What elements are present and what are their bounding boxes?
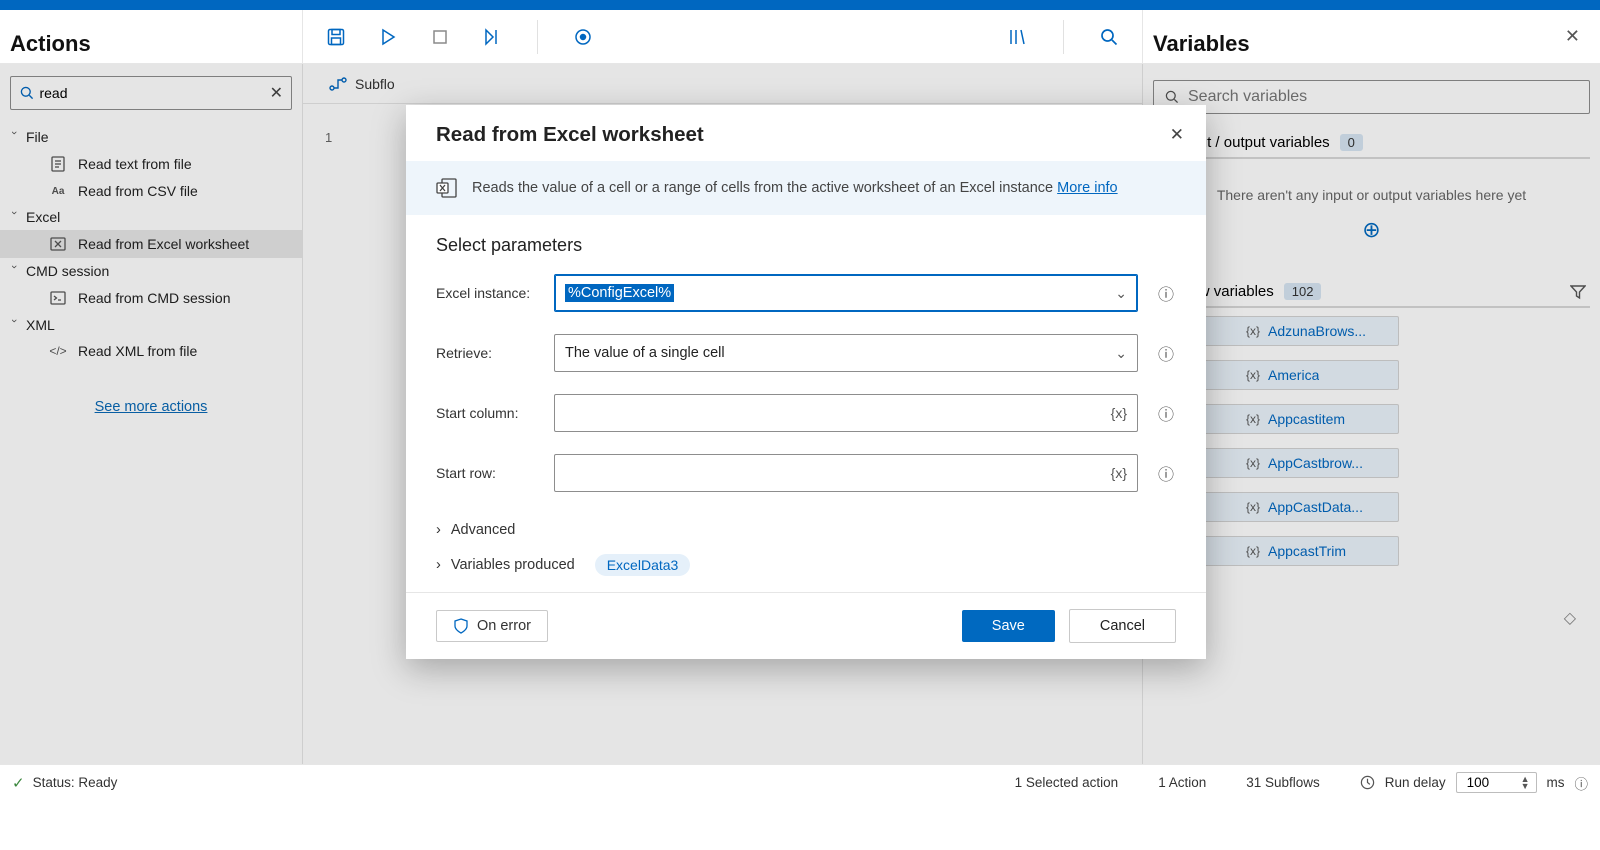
on-error-button[interactable]: On error	[436, 610, 548, 642]
select-parameters-heading: Select parameters	[436, 235, 1176, 256]
chevron-right-icon: ›	[436, 557, 441, 573]
status-ok-icon: ✓	[12, 774, 25, 792]
clock-icon	[1360, 775, 1375, 790]
save-button[interactable]: Save	[962, 610, 1055, 642]
excel-instance-dropdown[interactable]: %ConfigExcel% ⌄	[554, 274, 1138, 312]
variable-picker-icon[interactable]: {x}	[1111, 465, 1127, 481]
library-icon[interactable]	[1007, 26, 1029, 48]
chevron-down-icon: ⌄	[1115, 285, 1127, 302]
close-variables-icon[interactable]: ✕	[1565, 26, 1580, 47]
run-icon[interactable]	[377, 26, 399, 48]
variables-panel-title: Variables	[1143, 17, 1260, 57]
status-text: Status: Ready	[33, 775, 118, 790]
start-row-input[interactable]: {x}	[554, 454, 1138, 492]
chevron-down-icon: ⌄	[1115, 345, 1127, 362]
advanced-toggle[interactable]: › Advanced	[436, 514, 1176, 546]
info-icon[interactable]: ⓘ	[1156, 401, 1176, 425]
selected-count: 1 Selected action	[1015, 775, 1119, 790]
step-icon[interactable]	[481, 26, 503, 48]
variable-picker-icon[interactable]: {x}	[1111, 405, 1127, 421]
menu-bar[interactable]	[0, 0, 1600, 10]
produced-variable-pill[interactable]: ExcelData3	[595, 554, 691, 576]
stop-icon[interactable]	[429, 26, 451, 48]
run-delay-input[interactable]: ▲▼	[1456, 772, 1537, 793]
retrieve-dropdown[interactable]: The value of a single cell ⌄	[554, 334, 1138, 372]
cancel-button[interactable]: Cancel	[1069, 609, 1176, 643]
start-column-input[interactable]: {x}	[554, 394, 1138, 432]
record-icon[interactable]	[572, 26, 594, 48]
info-icon[interactable]: ⓘ	[1575, 773, 1589, 793]
action-count: 1 Action	[1158, 775, 1206, 790]
chevron-right-icon: ›	[436, 522, 441, 538]
status-bar: ✓ Status: Ready 1 Selected action 1 Acti…	[0, 764, 1600, 800]
spin-down-icon[interactable]: ▼	[1521, 783, 1530, 790]
info-icon[interactable]: ⓘ	[1156, 461, 1176, 485]
subflow-count: 31 Subflows	[1246, 775, 1320, 790]
more-info-link[interactable]: More info	[1057, 180, 1117, 196]
variables-produced-toggle[interactable]: › Variables produced ExcelData3	[436, 546, 1176, 584]
excel-icon	[436, 177, 458, 199]
search-flow-icon[interactable]	[1098, 26, 1120, 48]
actions-panel-title: Actions	[0, 17, 101, 57]
modal-title: Read from Excel worksheet	[436, 123, 704, 147]
modal-close-icon[interactable]: ✕	[1170, 125, 1184, 145]
shield-icon	[453, 618, 469, 634]
designer-toolbar	[303, 10, 1142, 63]
read-excel-modal: Read from Excel worksheet ✕ Reads the va…	[406, 105, 1206, 659]
info-icon[interactable]: ⓘ	[1156, 281, 1176, 305]
save-icon[interactable]	[325, 26, 347, 48]
info-icon[interactable]: ⓘ	[1156, 341, 1176, 365]
